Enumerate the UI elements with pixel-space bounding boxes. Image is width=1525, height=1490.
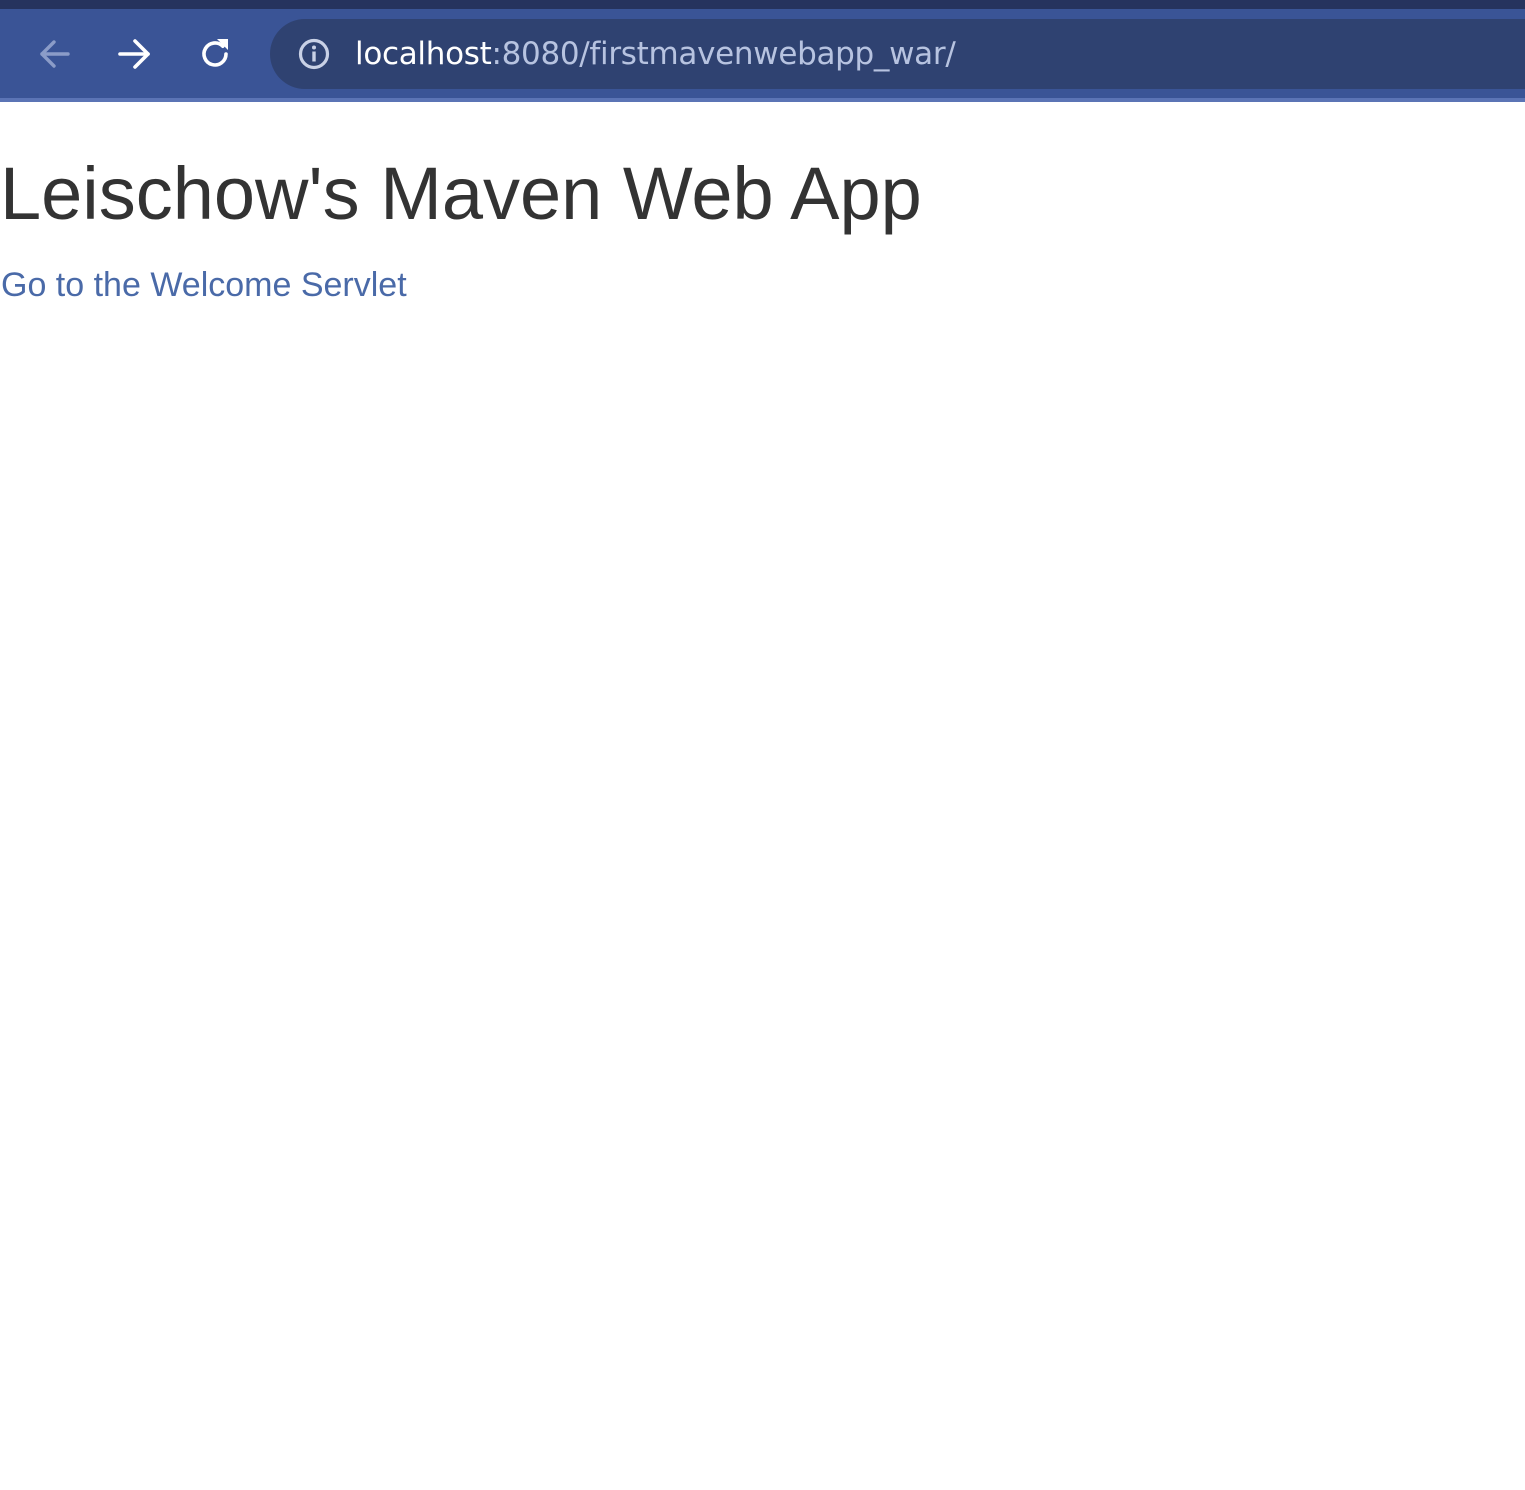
- reload-icon: [202, 39, 228, 67]
- url-path: :8080/firstmavenwebapp_war/: [491, 36, 956, 72]
- site-info-button[interactable]: [297, 37, 331, 71]
- url-host: localhost: [355, 36, 492, 72]
- back-button[interactable]: [33, 32, 77, 76]
- browser-toolbar: localhost:8080/firstmavenwebapp_war/: [0, 9, 1525, 98]
- welcome-servlet-link[interactable]: Go to the Welcome Servlet: [1, 265, 407, 305]
- window-top-strip: [0, 0, 1525, 9]
- forward-button[interactable]: [113, 32, 157, 76]
- address-bar[interactable]: localhost:8080/firstmavenwebapp_war/: [270, 19, 1525, 89]
- info-icon: [298, 38, 330, 70]
- reload-button[interactable]: [193, 32, 237, 76]
- arrow-right-icon: [118, 39, 150, 69]
- page-title: Leischow's Maven Web App: [0, 152, 922, 235]
- address-bar-url[interactable]: localhost:8080/firstmavenwebapp_war/: [355, 19, 956, 89]
- page-content: Leischow's Maven Web App Go to the Welco…: [0, 102, 1525, 1490]
- arrow-left-icon: [40, 40, 70, 68]
